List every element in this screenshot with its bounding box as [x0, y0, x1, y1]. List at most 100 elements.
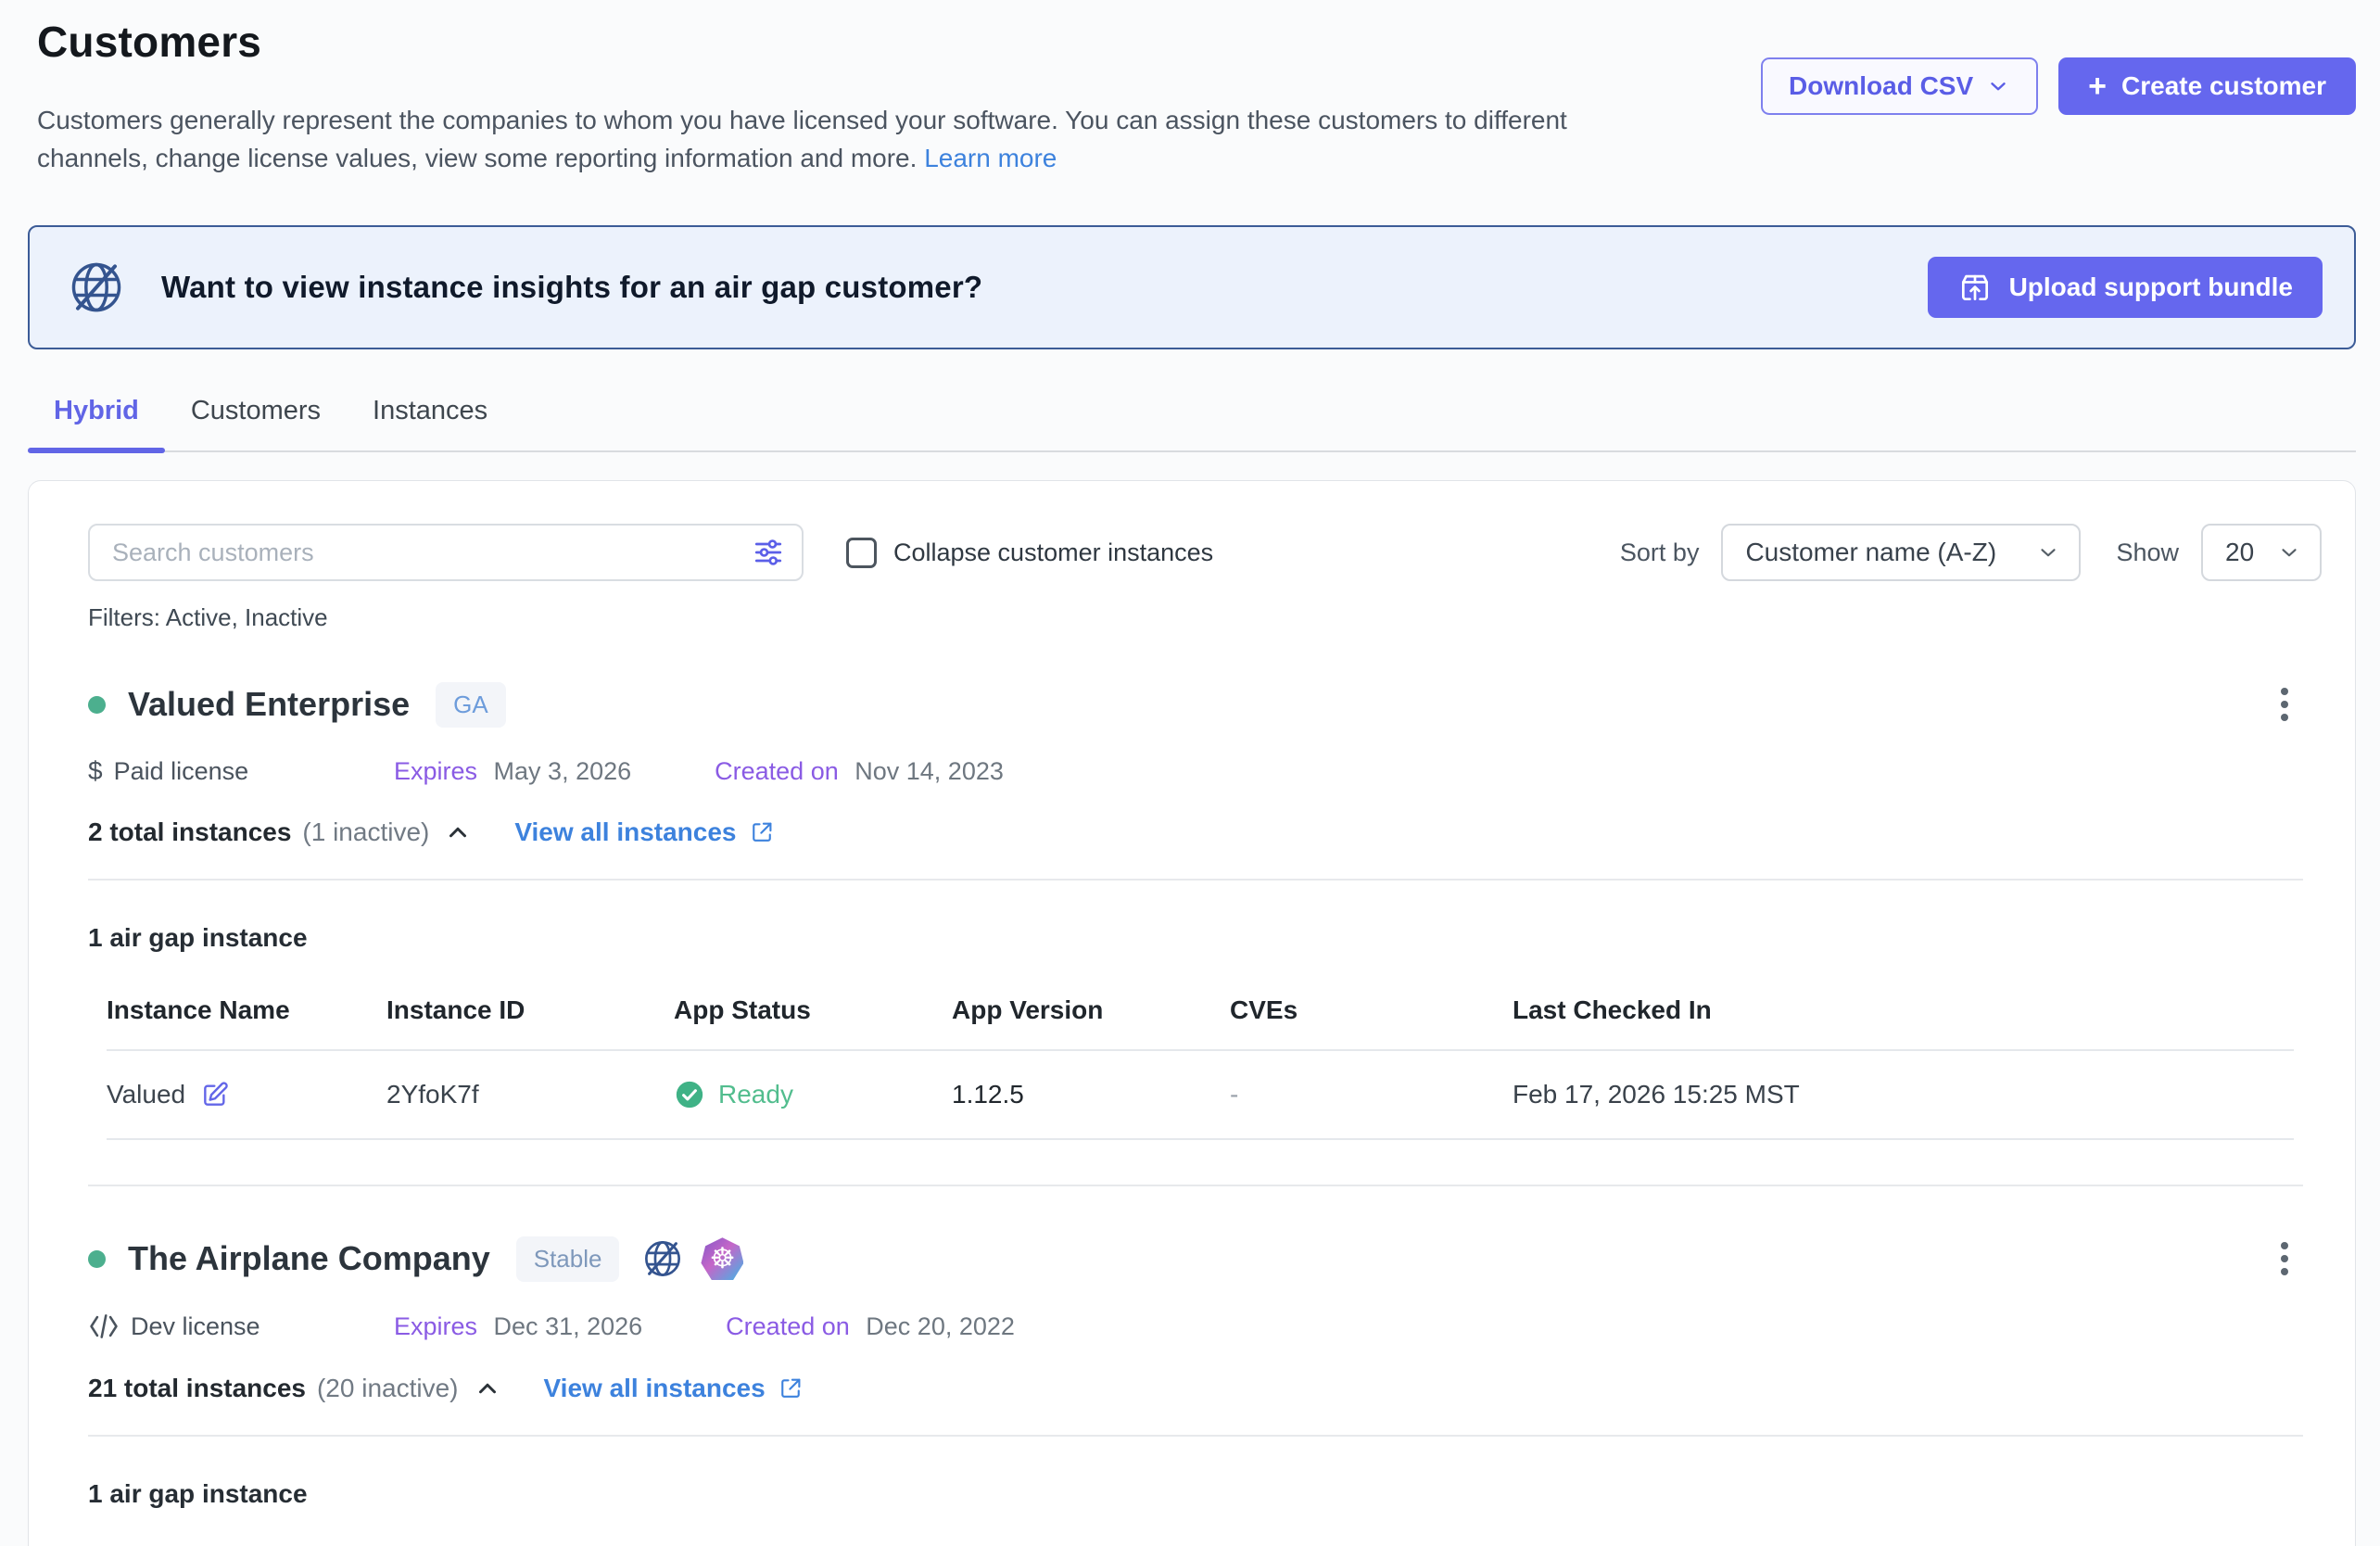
created-on-label: Created on: [726, 1312, 850, 1340]
instance-id: 2YfoK7f: [386, 1080, 674, 1109]
customer-heading-row: Valued Enterprise GA: [88, 680, 2322, 729]
table-row: Valued 2YfoK7f Ready 1.12.5 - Feb 1: [107, 1051, 2294, 1140]
license-type: Dev license: [88, 1311, 394, 1342]
customers-panel: Collapse customer instances Sort by Cust…: [28, 480, 2356, 1546]
col-instance-id: Instance ID: [386, 995, 674, 1025]
code-icon: [88, 1311, 120, 1342]
cves: -: [1230, 1080, 1513, 1109]
header-actions: Download CSV + Create customer: [1761, 57, 2356, 115]
customer-type-icons: ☸: [641, 1237, 743, 1280]
page-description: Customers generally represent the compan…: [37, 102, 1733, 177]
col-cves: CVEs: [1230, 995, 1513, 1025]
sort-by-value: Customer name (A-Z): [1745, 538, 1996, 567]
active-status-dot: [88, 696, 106, 714]
kebab-menu-icon[interactable]: [2273, 1235, 2296, 1283]
show-select[interactable]: 20: [2201, 524, 2322, 581]
channel-badge: Stable: [516, 1236, 620, 1282]
divider: [88, 1435, 2303, 1437]
license-type: $ Paid license: [88, 756, 394, 786]
tab-customers[interactable]: Customers: [165, 396, 347, 450]
filter-sliders-icon[interactable]: [752, 536, 785, 569]
col-last-checked-in: Last Checked In: [1513, 995, 2294, 1025]
kubernetes-icon: ☸: [701, 1237, 743, 1280]
external-link-icon: [748, 818, 776, 846]
customer-name[interactable]: The Airplane Company: [128, 1239, 490, 1278]
dollar-icon: $: [88, 756, 103, 786]
airgap-globe-icon: [67, 258, 126, 317]
airgap-section-title: 1 air gap instance: [88, 1479, 2322, 1509]
collapse-instances-control[interactable]: Collapse customer instances: [846, 538, 1213, 568]
total-instances: 2 total instances: [88, 817, 291, 847]
collapse-instances-checkbox[interactable]: [846, 538, 877, 568]
expires-label: Expires: [394, 757, 477, 785]
inactive-instances-note: (1 inactive): [302, 817, 429, 847]
collapse-caret-icon[interactable]: [444, 818, 472, 846]
created-on-label: Created on: [715, 757, 839, 785]
tab-instances[interactable]: Instances: [347, 396, 513, 450]
customer-meta-row: $ Paid license Expires May 3, 2026 Creat…: [88, 756, 2322, 786]
expires-value: May 3, 2026: [494, 757, 632, 785]
active-status-dot: [88, 1250, 106, 1268]
learn-more-link[interactable]: Learn more: [924, 144, 1057, 172]
chevron-down-icon: [2277, 540, 2301, 564]
view-all-instances-label: View all instances: [514, 817, 736, 847]
sort-by-select[interactable]: Customer name (A-Z): [1721, 524, 2081, 581]
upload-support-bundle-button[interactable]: Upload support bundle: [1928, 257, 2323, 318]
app-status: Ready: [718, 1080, 793, 1109]
instance-name-cell: Valued: [107, 1080, 386, 1109]
col-instance-name: Instance Name: [107, 995, 386, 1025]
create-customer-label: Create customer: [2121, 71, 2326, 101]
expires-pair: Expires Dec 31, 2026: [394, 1312, 642, 1341]
col-app-status: App Status: [674, 995, 952, 1025]
collapse-instances-label: Collapse customer instances: [893, 539, 1213, 567]
tab-hybrid[interactable]: Hybrid: [28, 396, 165, 450]
instances-table-header: Instance Name Instance ID App Status App…: [107, 1531, 2294, 1546]
create-customer-button[interactable]: + Create customer: [2058, 57, 2356, 115]
edit-icon[interactable]: [200, 1080, 230, 1109]
external-link-icon: [777, 1375, 804, 1402]
check-circle-icon: [674, 1079, 705, 1110]
instances-summary-row: 21 total instances (20 inactive) View al…: [88, 1374, 2322, 1403]
instances-table: Instance Name Instance ID App Status App…: [107, 975, 2294, 1140]
expires-pair: Expires May 3, 2026: [394, 757, 631, 786]
view-all-instances-link[interactable]: View all instances: [544, 1374, 804, 1403]
col-app-version: App Version: [952, 995, 1230, 1025]
view-all-instances-link[interactable]: View all instances: [514, 817, 775, 847]
expires-label: Expires: [394, 1312, 477, 1340]
airgap-banner: Want to view instance insights for an ai…: [28, 225, 2356, 349]
page-description-line1: Customers generally represent the compan…: [37, 106, 1567, 134]
page-description-line2: channels, change license values, view so…: [37, 144, 917, 172]
toolbar: Collapse customer instances Sort by Cust…: [88, 524, 2322, 581]
show-label: Show: [2116, 539, 2179, 567]
app-status-cell: Ready: [674, 1079, 952, 1110]
airgap-section-title: 1 air gap instance: [88, 923, 2322, 953]
view-all-instances-label: View all instances: [544, 1374, 766, 1403]
customer-card-valued-enterprise: Valued Enterprise GA $ Paid license Expi…: [88, 632, 2322, 1140]
sort-by-label: Sort by: [1620, 539, 1700, 567]
expires-value: Dec 31, 2026: [494, 1312, 643, 1340]
download-csv-label: Download CSV: [1789, 71, 1973, 101]
page-header: Customers Customers generally represent …: [0, 0, 2380, 177]
instances-summary-row: 2 total instances (1 inactive) View all …: [88, 817, 2322, 847]
banner-title: Want to view instance insights for an ai…: [161, 270, 982, 305]
collapse-caret-icon[interactable]: [474, 1375, 501, 1402]
last-checked-in: Feb 17, 2026 15:25 MST: [1513, 1080, 2294, 1109]
license-type-label: Paid license: [114, 757, 249, 786]
total-instances: 21 total instances: [88, 1374, 306, 1403]
customer-card-airplane-company: The Airplane Company Stable ☸: [88, 1186, 2322, 1546]
created-pair: Created on Dec 20, 2022: [726, 1312, 1015, 1341]
chevron-down-icon: [2036, 540, 2060, 564]
upload-support-bundle-label: Upload support bundle: [2009, 272, 2293, 302]
created-on-value: Nov 14, 2023: [855, 757, 1004, 785]
search-wrap: [88, 524, 804, 581]
search-input[interactable]: [88, 524, 804, 581]
show-value: 20: [2225, 538, 2254, 567]
created-pair: Created on Nov 14, 2023: [715, 757, 1004, 786]
download-csv-button[interactable]: Download CSV: [1761, 57, 2038, 115]
customer-name[interactable]: Valued Enterprise: [128, 685, 410, 724]
customer-meta-row: Dev license Expires Dec 31, 2026 Created…: [88, 1311, 2322, 1342]
created-on-value: Dec 20, 2022: [866, 1312, 1015, 1340]
upload-icon: [1957, 270, 1993, 305]
kebab-menu-icon[interactable]: [2273, 680, 2296, 729]
instance-name: Valued: [107, 1080, 185, 1109]
